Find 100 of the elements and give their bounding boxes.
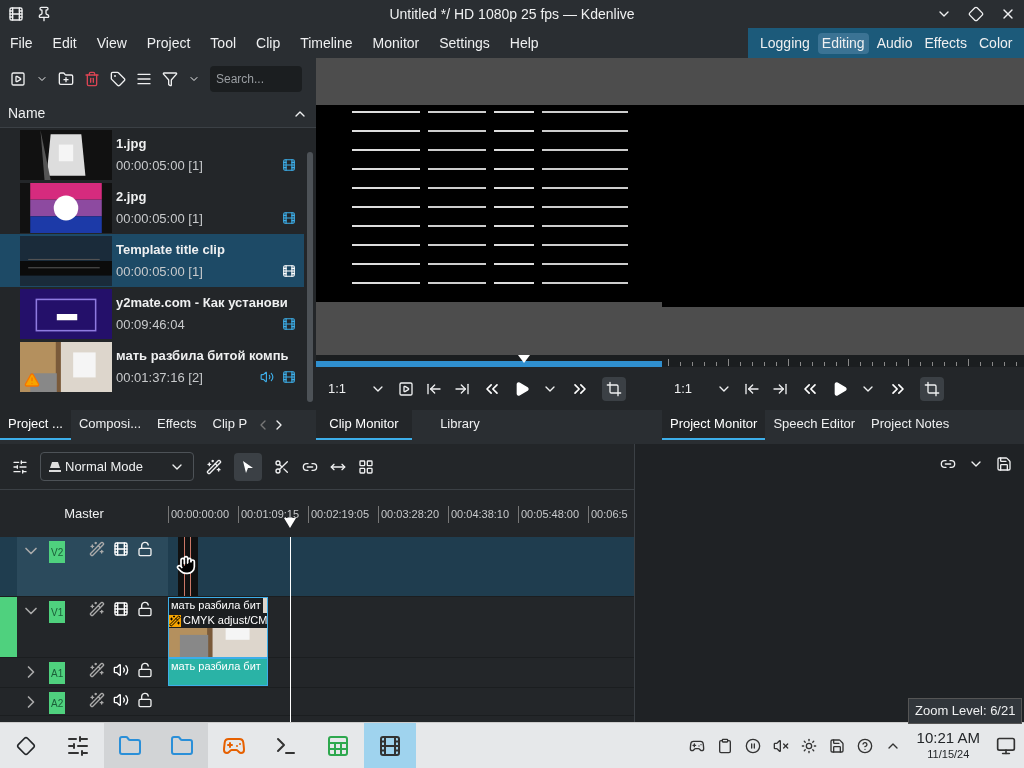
ruler-label: 00:03:28:20 bbox=[378, 506, 448, 523]
settings-app-icon bbox=[66, 733, 90, 758]
maximize-icon[interactable] bbox=[968, 6, 984, 22]
taskbar-app[interactable] bbox=[364, 723, 416, 768]
zoom-dropdown[interactable]: 1:1 bbox=[674, 378, 732, 399]
menu-item[interactable]: Project bbox=[146, 32, 191, 54]
clock-time[interactable]: 10:21 AM bbox=[916, 729, 980, 748]
track-label[interactable]: V2 bbox=[49, 541, 66, 563]
menu-item[interactable]: Edit bbox=[52, 32, 77, 54]
speaker-icon[interactable] bbox=[113, 662, 130, 678]
menu-item[interactable]: Timeline bbox=[300, 32, 353, 54]
master-label[interactable]: Master bbox=[64, 503, 104, 524]
tag-icon[interactable] bbox=[110, 71, 126, 87]
lock-icon[interactable] bbox=[137, 662, 154, 678]
speaker-icon[interactable] bbox=[113, 692, 130, 708]
lock-icon[interactable] bbox=[137, 601, 154, 617]
menu-item[interactable]: Help bbox=[509, 32, 539, 54]
tab[interactable]: Project ... bbox=[0, 410, 71, 440]
film-icon[interactable] bbox=[113, 601, 130, 617]
pause-icon[interactable] bbox=[744, 737, 761, 754]
workspace-tab[interactable]: Effects bbox=[920, 32, 971, 54]
list-icon[interactable] bbox=[136, 71, 152, 87]
filter-icon[interactable] bbox=[162, 71, 178, 87]
play-icon[interactable] bbox=[832, 380, 848, 397]
clip-row[interactable]: y2mate.com - Как установи 00:09:46:04 bbox=[0, 287, 304, 340]
film-icon bbox=[282, 264, 296, 279]
clip-duration: 00:09:46:04 bbox=[116, 315, 186, 334]
clock-date[interactable]: 11/15/24 bbox=[927, 748, 970, 762]
cut-icon[interactable] bbox=[274, 458, 290, 475]
clip-row[interactable]: 2.jpg 00:00:05:00 [1] bbox=[0, 181, 304, 234]
workspace-tab[interactable]: Editing bbox=[817, 32, 869, 54]
trash-icon[interactable] bbox=[84, 71, 100, 87]
clip-duration: 00:00:05:00 [1] bbox=[116, 156, 204, 175]
video-editor-icon bbox=[378, 733, 402, 758]
film-icon bbox=[282, 211, 296, 226]
track-row[interactable]: V1 мать разбила бит CMYK adjust/CM bbox=[0, 597, 634, 658]
track-label[interactable]: A2 bbox=[49, 692, 66, 714]
ruler-label: 00:04:38:10 bbox=[448, 506, 518, 523]
ruler-label: 00:00:00:00 bbox=[168, 506, 238, 523]
film-icon[interactable] bbox=[113, 541, 130, 557]
menu-item[interactable]: Monitor bbox=[372, 32, 420, 54]
effect-name: CMYK adjust/CM bbox=[183, 613, 267, 628]
crop-icon bbox=[606, 380, 622, 397]
clip-duration: 00:00:05:00 [1] bbox=[116, 209, 204, 228]
workspace-tab[interactable]: Logging bbox=[756, 32, 814, 54]
clipboard-icon[interactable] bbox=[716, 737, 733, 754]
tab[interactable]: Clip Monitor bbox=[316, 410, 412, 440]
monitor-ruler[interactable] bbox=[316, 355, 662, 367]
menu-item[interactable]: Clip bbox=[256, 32, 281, 54]
monitor-ruler[interactable] bbox=[662, 355, 1024, 367]
window-title: Untitled */ HD 1080p 25 fps — Kdenlive bbox=[388, 4, 636, 24]
menu-item[interactable]: Settings bbox=[439, 32, 490, 54]
crop-icon bbox=[924, 380, 940, 397]
effects-icon[interactable] bbox=[89, 541, 106, 557]
play-icon[interactable] bbox=[514, 380, 530, 397]
add-clip-icon[interactable] bbox=[10, 71, 26, 87]
clip-preview-icon[interactable] bbox=[398, 380, 414, 397]
save-icon[interactable] bbox=[828, 737, 845, 754]
effects-icon[interactable] bbox=[89, 662, 106, 678]
menu-item[interactable]: File bbox=[10, 32, 33, 54]
clip-row[interactable]: мать разбила битой компь 00:01:37:16 [2] bbox=[0, 340, 304, 393]
spreadsheet-icon bbox=[326, 733, 350, 758]
zoom-dropdown[interactable]: 1:1 bbox=[328, 378, 386, 399]
workspace-tab[interactable]: Color bbox=[975, 32, 1017, 54]
effects-icon[interactable] bbox=[89, 601, 106, 617]
column-header[interactable]: Name bbox=[8, 103, 46, 124]
help-icon[interactable] bbox=[856, 737, 873, 754]
track-row[interactable]: A1 мать разбила бит bbox=[0, 658, 634, 688]
folder-plus-icon[interactable] bbox=[58, 71, 74, 87]
mute-icon[interactable] bbox=[772, 737, 789, 754]
effects-icon[interactable] bbox=[89, 692, 106, 708]
mode-dropdown[interactable]: Normal Mode bbox=[40, 452, 194, 481]
select-tool-button[interactable] bbox=[234, 452, 262, 481]
scrollbar[interactable] bbox=[307, 152, 313, 402]
lock-icon[interactable] bbox=[137, 692, 154, 708]
track-row[interactable]: A2 bbox=[0, 688, 634, 716]
clip-name: Template title clip bbox=[116, 241, 226, 259]
menu-item[interactable]: View bbox=[96, 32, 127, 54]
workspace-tab[interactable]: Audio bbox=[872, 32, 917, 54]
search-field[interactable]: Search... bbox=[210, 66, 302, 92]
brightness-icon[interactable] bbox=[800, 737, 817, 754]
playhead-icon[interactable] bbox=[284, 518, 296, 528]
track-label[interactable]: V1 bbox=[49, 601, 66, 623]
clip-row[interactable]: 1.jpg 00:00:05:00 [1] bbox=[0, 128, 304, 181]
mode-icon bbox=[49, 461, 61, 472]
ruler-label: 00:05:48:00 bbox=[518, 506, 588, 523]
menu-item[interactable]: Tool bbox=[210, 32, 237, 54]
pin-icon[interactable] bbox=[36, 6, 52, 22]
effect-icon bbox=[169, 614, 181, 627]
show-desktop-icon[interactable] bbox=[996, 735, 1016, 756]
settings-icon[interactable] bbox=[12, 458, 28, 475]
crop-button[interactable] bbox=[920, 376, 944, 401]
clip-row[interactable]: Template title clip 00:00:05:00 [1] bbox=[0, 234, 304, 287]
crop-button[interactable] bbox=[602, 376, 626, 401]
tab[interactable]: Project Monitor bbox=[662, 410, 766, 440]
clip-title: мать разбила бит bbox=[169, 598, 263, 613]
video-clip[interactable]: мать разбила бит CMYK adjust/CM bbox=[168, 597, 268, 658]
lock-icon[interactable] bbox=[137, 541, 154, 557]
track-row[interactable]: V2 bbox=[0, 537, 634, 597]
track-label[interactable]: A1 bbox=[49, 662, 66, 684]
